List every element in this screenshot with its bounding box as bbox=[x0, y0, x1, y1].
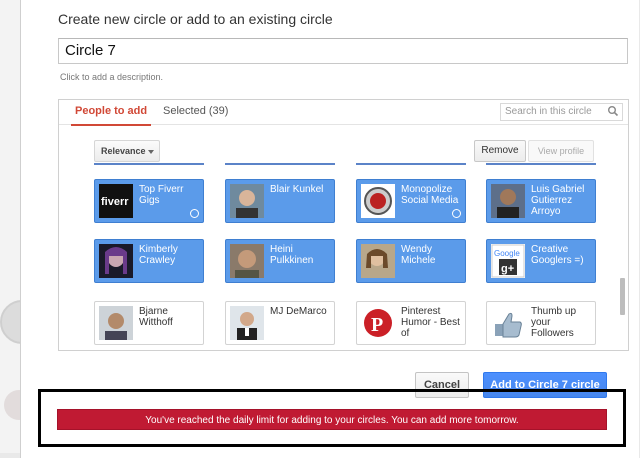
person-name: Kimberly Crawley bbox=[139, 244, 178, 266]
view-profile-button[interactable]: View profile bbox=[528, 140, 594, 162]
person-name: MJ DeMarco bbox=[270, 306, 327, 317]
avatar bbox=[361, 244, 395, 278]
fiverr-logo-icon: fiverr bbox=[99, 184, 133, 218]
person-card[interactable]: Luis Gabriel Gutierrez Arroyo bbox=[486, 179, 596, 223]
pinterest-logo-icon: P bbox=[361, 306, 395, 340]
search-icon bbox=[608, 106, 619, 117]
chevron-down-icon bbox=[148, 150, 154, 154]
person-name: Blair Kunkel bbox=[270, 184, 324, 195]
tab-selected[interactable]: Selected (39) bbox=[163, 105, 228, 117]
thumbs-up-icon bbox=[491, 306, 525, 340]
person-name: Wendy Michele bbox=[401, 244, 436, 266]
person-name: Bjarne Witthoff bbox=[139, 306, 173, 328]
search-input[interactable]: Search in this circle bbox=[500, 103, 623, 121]
tab-bar: People to add Selected (39) Search in th… bbox=[59, 100, 628, 126]
scrollbar[interactable] bbox=[620, 278, 625, 315]
avatar bbox=[230, 244, 264, 278]
description-hint[interactable]: Click to add a description. bbox=[60, 72, 163, 82]
person-name: Creative Googlers =) bbox=[531, 244, 584, 266]
person-card[interactable]: Wendy Michele bbox=[356, 239, 466, 283]
google-plus-logo-icon: Google g+ bbox=[491, 244, 525, 278]
person-card[interactable]: MJ DeMarco bbox=[225, 301, 335, 345]
person-name: Thumb up your Followers bbox=[531, 306, 577, 339]
svg-text:fiverr: fiverr bbox=[101, 196, 129, 208]
avatar bbox=[491, 184, 525, 218]
person-card[interactable]: Kimberly Crawley bbox=[94, 239, 204, 283]
sort-dropdown[interactable]: Relevance bbox=[94, 140, 160, 162]
avatar bbox=[99, 306, 133, 340]
person-card[interactable]: Heini Pulkkinen bbox=[225, 239, 335, 283]
search-placeholder: Search in this circle bbox=[505, 106, 592, 117]
people-panel: People to add Selected (39) Search in th… bbox=[58, 99, 629, 351]
person-card[interactable]: Google g+ Creative Googlers =) bbox=[486, 239, 596, 283]
person-name: Pinterest Humor - Best of bbox=[401, 306, 460, 339]
remove-button[interactable]: Remove bbox=[474, 140, 526, 162]
sort-selected: Relevance bbox=[101, 146, 146, 156]
column-divider bbox=[356, 163, 466, 165]
avatar bbox=[99, 244, 133, 278]
selected-ring-icon bbox=[190, 209, 199, 218]
person-card[interactable]: Monopolize Social Media bbox=[356, 179, 466, 223]
avatar bbox=[230, 184, 264, 218]
person-card[interactable]: Blair Kunkel bbox=[225, 179, 335, 223]
column-divider bbox=[225, 163, 335, 165]
svg-text:P: P bbox=[371, 314, 383, 336]
column-divider bbox=[94, 163, 204, 165]
person-name: Luis Gabriel Gutierrez Arroyo bbox=[531, 184, 585, 217]
svg-text:Google: Google bbox=[494, 249, 520, 258]
svg-text:g+: g+ bbox=[501, 263, 514, 275]
logo-badge-icon bbox=[361, 184, 395, 218]
dialog-title: Create new circle or add to an existing … bbox=[58, 11, 333, 27]
person-card[interactable]: fiverr Top Fiverr Gigs bbox=[94, 179, 204, 223]
tab-people-to-add[interactable]: People to add bbox=[70, 105, 152, 126]
person-card[interactable]: Bjarne Witthoff bbox=[94, 301, 204, 345]
person-card[interactable]: Thumb up your Followers bbox=[486, 301, 596, 345]
person-name: Heini Pulkkinen bbox=[270, 244, 314, 266]
person-card[interactable]: P Pinterest Humor - Best of bbox=[356, 301, 466, 345]
circle-name-input[interactable]: Circle 7 bbox=[58, 38, 628, 64]
column-divider bbox=[486, 163, 596, 165]
daily-limit-alert: You've reached the daily limit for addin… bbox=[57, 409, 607, 430]
avatar bbox=[230, 306, 264, 340]
selected-ring-icon bbox=[452, 209, 461, 218]
